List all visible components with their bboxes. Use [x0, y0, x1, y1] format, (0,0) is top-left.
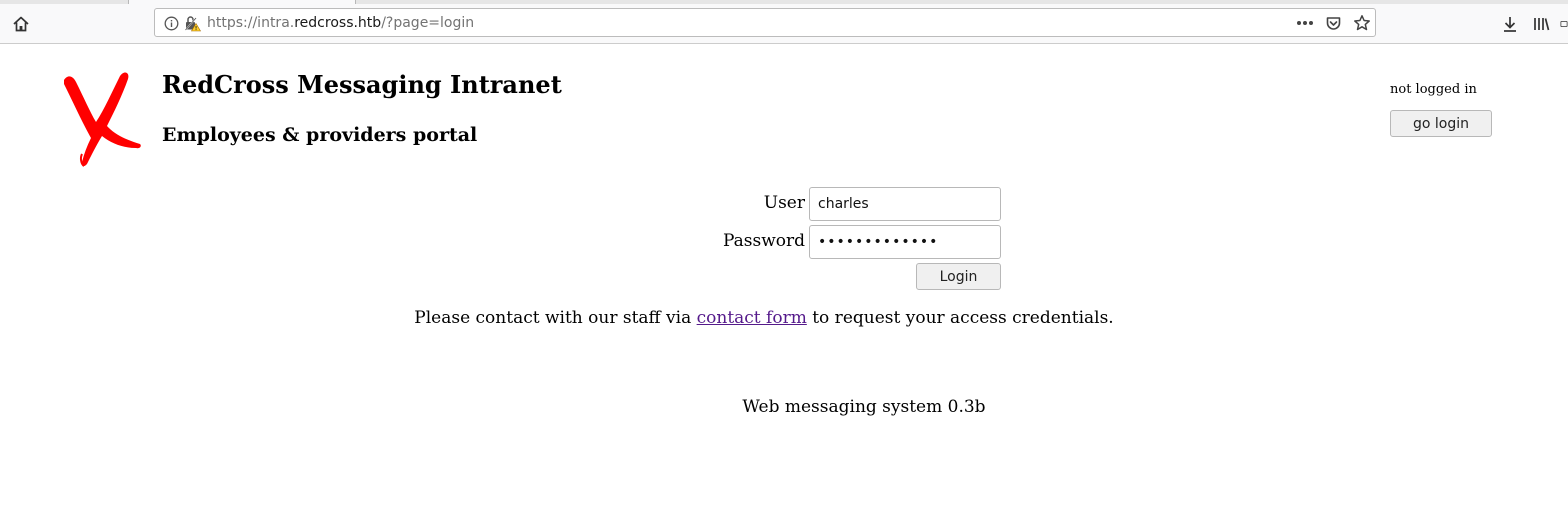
password-input[interactable]: [809, 225, 1001, 259]
password-label: Password: [722, 231, 805, 251]
more-actions-icon[interactable]: [1295, 15, 1315, 31]
pocket-icon[interactable]: [1324, 14, 1342, 32]
home-icon[interactable]: [10, 13, 32, 35]
download-icon[interactable]: [1499, 13, 1521, 35]
url-domain: redcross.htb: [294, 15, 382, 31]
user-label: User: [763, 193, 805, 213]
login-button[interactable]: Login: [916, 263, 1001, 290]
sidebar-icon[interactable]: [1560, 13, 1568, 35]
info-icon[interactable]: [163, 15, 179, 31]
contact-text-after: to request your access credentials.: [806, 308, 1114, 328]
library-icon[interactable]: [1530, 13, 1552, 35]
insecure-lock-icon[interactable]: [183, 14, 201, 32]
url-text[interactable]: https://intra.redcross.htb/?page=login: [207, 15, 474, 31]
contact-form-link[interactable]: contact form: [697, 308, 807, 328]
login-status-text: not logged in: [1390, 82, 1477, 97]
url-bar[interactable]: https://intra.redcross.htb/?page=login: [154, 8, 1376, 37]
bookmark-star-icon[interactable]: [1352, 13, 1372, 33]
user-input[interactable]: [809, 187, 1001, 221]
red-x-logo-icon: [64, 72, 141, 167]
contact-text-before: Please contact with our staff via: [414, 308, 697, 328]
go-login-button[interactable]: go login: [1390, 110, 1492, 137]
site-title: RedCross Messaging Intranet: [162, 70, 562, 99]
redcross-logo: [60, 70, 144, 168]
url-path: /?page=login: [381, 15, 475, 31]
site-subtitle: Employees & providers portal: [162, 124, 478, 146]
browser-toolbar: https://intra.redcross.htb/?page=login: [0, 4, 1568, 44]
contact-message: Please contact with our staff via contac…: [0, 308, 1528, 328]
url-prefix: https://intra.: [207, 15, 295, 31]
logo-x-shape: [64, 72, 141, 167]
footer-version: Web messaging system 0.3b: [742, 397, 986, 417]
